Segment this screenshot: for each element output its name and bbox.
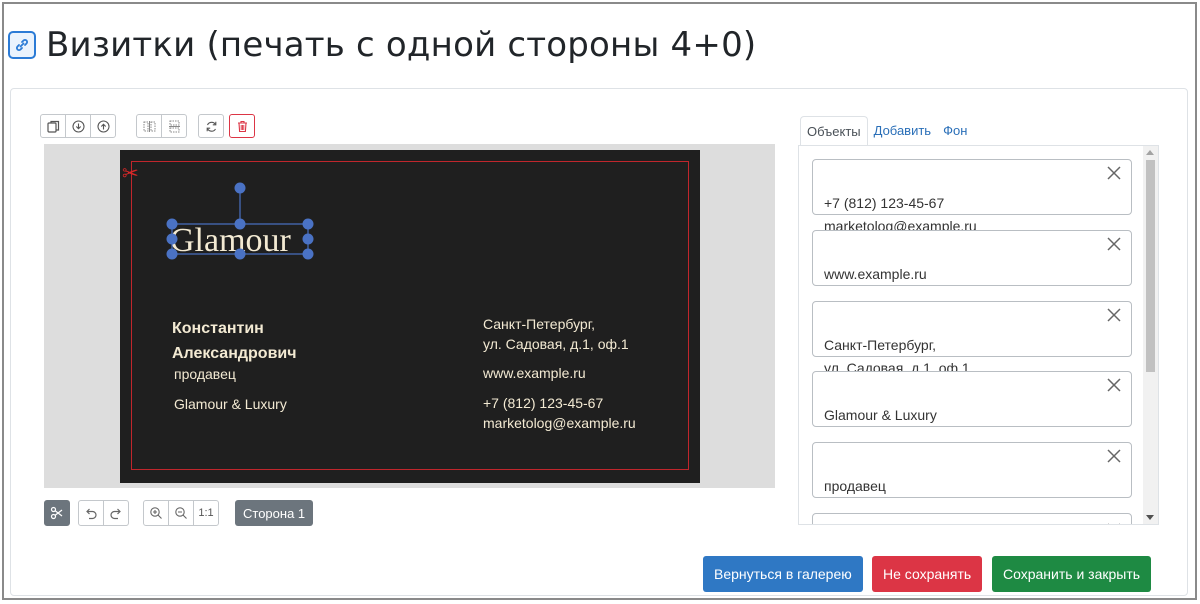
panel-tabs: Объекты Добавить Фон — [800, 116, 973, 146]
delete-group — [229, 114, 255, 138]
refresh-button[interactable] — [198, 114, 224, 138]
zoom-out-icon — [175, 507, 187, 519]
history-group — [78, 500, 129, 526]
duplicate-button[interactable] — [40, 114, 66, 138]
scroll-down-icon[interactable] — [1146, 515, 1154, 520]
refresh-icon — [206, 121, 216, 132]
card-contacts[interactable]: +7 (812) 123-45-67 marketolog@example.ru — [483, 393, 636, 433]
zoom-reset-button[interactable]: 1:1 — [193, 500, 219, 526]
close-icon[interactable] — [1105, 447, 1123, 465]
tab-add[interactable]: Добавить — [868, 116, 937, 146]
object-item-text: www.example.ru — [824, 266, 927, 282]
object-item[interactable]: продавец — [812, 442, 1132, 498]
move-down-button[interactable] — [65, 114, 91, 138]
trash-icon — [237, 120, 247, 132]
tab-objects[interactable]: Объекты — [800, 116, 868, 146]
align-tools-group — [136, 114, 187, 138]
object-item[interactable]: Санкт-Петербург, ул. Садовая, д.1, оф.1 — [812, 301, 1132, 376]
panel-scrollbar[interactable] — [1143, 146, 1158, 524]
delete-button[interactable] — [229, 114, 255, 138]
link-icon[interactable] — [8, 31, 36, 59]
align-vertical-button[interactable] — [161, 114, 187, 138]
discard-button[interactable]: Не сохранять — [872, 556, 983, 592]
undo-button[interactable] — [78, 500, 104, 526]
card-website[interactable]: www.example.ru — [483, 363, 586, 383]
save-and-close-button[interactable]: Сохранить и закрыть — [992, 556, 1152, 592]
scissors-icon: ✂ — [122, 163, 139, 185]
tab-background[interactable]: Фон — [937, 116, 973, 146]
object-item-text: +7 (812) 123-45-67 marketolog@example.ru — [824, 195, 977, 234]
close-icon[interactable] — [1105, 235, 1123, 253]
zoom-in-icon — [150, 507, 162, 519]
move-up-button[interactable] — [90, 114, 116, 138]
undo-icon — [86, 508, 97, 520]
object-item-text: продавец — [824, 478, 886, 494]
close-icon[interactable] — [1105, 164, 1123, 182]
object-item[interactable]: Glamour & Luxury — [812, 371, 1132, 427]
page-title: Визитки (печать с одной стороны 4+0) — [46, 25, 757, 65]
scroll-up-icon[interactable] — [1146, 150, 1154, 155]
align-center-vertical-icon — [168, 120, 180, 132]
object-item-text: Glamour & Luxury — [824, 407, 937, 423]
object-item[interactable]: www.example.ru — [812, 230, 1132, 286]
zoom-out-button[interactable] — [168, 500, 194, 526]
card-position[interactable]: продавец — [174, 364, 236, 384]
cut-lines-toggle[interactable] — [44, 500, 70, 526]
layer-tools-group — [40, 114, 116, 138]
copy-icon — [46, 120, 59, 133]
rotate-handle[interactable] — [234, 182, 246, 194]
card-name[interactable]: Константин Александрович — [172, 316, 297, 366]
object-item[interactable]: К — [812, 513, 1132, 525]
scroll-thumb[interactable] — [1146, 160, 1155, 372]
refresh-group — [198, 114, 224, 138]
close-icon[interactable] — [1105, 306, 1123, 324]
side-selector-button[interactable]: Сторона 1 — [235, 500, 314, 526]
scissors-toggle-icon — [50, 506, 63, 520]
chevron-down-icon[interactable] — [1105, 518, 1123, 525]
redo-button[interactable] — [103, 500, 129, 526]
redo-icon — [110, 508, 121, 520]
objects-panel: +7 (812) 123-45-67 marketolog@example.ru… — [798, 145, 1159, 525]
zoom-in-button[interactable] — [143, 500, 169, 526]
circle-arrow-up-icon — [96, 119, 110, 133]
object-item[interactable]: +7 (812) 123-45-67 marketolog@example.ru — [812, 159, 1132, 234]
back-to-gallery-button[interactable]: Вернуться в галерею — [703, 556, 863, 592]
zoom-group: 1:1 — [143, 500, 219, 526]
selection-handles[interactable] — [160, 180, 320, 266]
cut-toggle-group — [44, 500, 70, 526]
align-center-horizontal-icon — [143, 120, 155, 132]
align-horizontal-button[interactable] — [136, 114, 162, 138]
card-address[interactable]: Санкт-Петербург, ул. Садовая, д.1, оф.1 — [483, 314, 629, 354]
close-icon[interactable] — [1105, 376, 1123, 394]
title-row: Визитки (печать с одной стороны 4+0) — [8, 20, 756, 70]
card-company[interactable]: Glamour & Luxury — [174, 394, 287, 414]
circle-arrow-down-icon — [71, 119, 85, 133]
